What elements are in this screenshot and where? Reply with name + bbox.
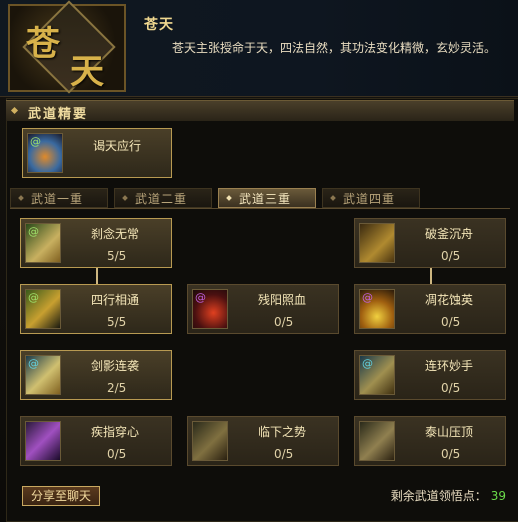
skill-level: 0/5 bbox=[441, 381, 461, 395]
panel-header: 武道精要 bbox=[6, 100, 514, 122]
skill-name: 疾指穿心 bbox=[91, 425, 140, 439]
skill-card[interactable]: 泰山压顶 0/5 bbox=[354, 416, 506, 466]
swirl-icon: @ bbox=[28, 357, 39, 370]
swirl-icon: @ bbox=[362, 357, 373, 370]
tab-marker-icon bbox=[226, 195, 232, 201]
skill-level: 0/5 bbox=[441, 249, 461, 263]
skill-level: 5/5 bbox=[107, 315, 127, 329]
skill-icon: @ bbox=[25, 223, 61, 263]
skill-card[interactable]: 临下之势 0/5 bbox=[187, 416, 339, 466]
skill-icon bbox=[25, 421, 61, 461]
skill-card[interactable]: @ 剑影连袭 2/5 bbox=[20, 350, 172, 400]
school-description: 苍天主张授命于天，四法自然，其功法变化精微，玄妙灵活。 bbox=[172, 41, 497, 55]
tab-tier-2[interactable]: 武道二重 bbox=[114, 188, 212, 208]
skill-level: 0/5 bbox=[274, 315, 294, 329]
tab-tier-3[interactable]: 武道三重 bbox=[218, 188, 316, 208]
skill-card[interactable]: @ 四行相通 5/5 bbox=[20, 284, 172, 334]
skill-name: 凋花蚀英 bbox=[425, 293, 474, 307]
school-emblem: 苍 天 bbox=[8, 0, 126, 94]
skill-icon bbox=[359, 421, 395, 461]
skill-icon: @ bbox=[359, 289, 395, 329]
header-marker-icon bbox=[10, 106, 19, 115]
skill-name: 刹念无常 bbox=[91, 227, 140, 241]
skill-icon bbox=[359, 223, 395, 263]
school-header: 苍 天 苍天 苍天主张授命于天，四法自然，其功法变化精微，玄妙灵活。 bbox=[0, 0, 518, 97]
school-title: 苍天 bbox=[144, 17, 174, 33]
tab-tier-4[interactable]: 武道四重 bbox=[322, 188, 420, 208]
swirl-icon: @ bbox=[30, 135, 41, 148]
tab-label: 武道三重 bbox=[239, 192, 292, 206]
skill-name: 破釜沉舟 bbox=[425, 227, 474, 241]
skill-connector bbox=[96, 268, 98, 284]
tab-marker-icon bbox=[122, 195, 128, 201]
share-to-chat-button[interactable]: 分享至聊天 bbox=[22, 486, 100, 506]
skill-card[interactable]: @ 刹念无常 5/5 bbox=[20, 218, 172, 268]
tab-label: 武道一重 bbox=[31, 192, 84, 206]
skill-name: 残阳照血 bbox=[258, 293, 307, 307]
tab-marker-icon bbox=[18, 195, 24, 201]
skill-icon: @ bbox=[27, 133, 63, 173]
skill-card[interactable]: 破釜沉舟 0/5 bbox=[354, 218, 506, 268]
skill-icon: @ bbox=[359, 355, 395, 395]
skill-name: 临下之势 bbox=[258, 425, 307, 439]
skill-name: 连环妙手 bbox=[425, 359, 474, 373]
skill-name: 四行相通 bbox=[91, 293, 140, 307]
skill-level: 5/5 bbox=[107, 249, 127, 263]
panel-title: 武道精要 bbox=[28, 107, 89, 122]
tab-tier-1[interactable]: 武道一重 bbox=[10, 188, 108, 208]
swirl-icon: @ bbox=[28, 291, 39, 304]
skill-card[interactable]: @ 连环妙手 0/5 bbox=[354, 350, 506, 400]
skill-card[interactable]: @ 凋花蚀英 0/5 bbox=[354, 284, 506, 334]
remaining-points: 剩余武道领悟点： 39 bbox=[391, 487, 506, 504]
skill-level: 0/5 bbox=[441, 315, 461, 329]
skill-card[interactable]: @ 残阳照血 0/5 bbox=[187, 284, 339, 334]
points-value: 39 bbox=[490, 489, 506, 503]
skill-icon: @ bbox=[25, 355, 61, 395]
points-label: 剩余武道领悟点： bbox=[390, 489, 487, 503]
skill-level: 0/5 bbox=[441, 447, 461, 461]
swirl-icon: @ bbox=[195, 291, 206, 304]
tab-label: 武道二重 bbox=[135, 192, 188, 206]
skill-level: 2/5 bbox=[107, 381, 127, 395]
emblem-char-1: 苍 bbox=[26, 24, 60, 64]
skill-level: 0/5 bbox=[107, 447, 127, 461]
tab-marker-icon bbox=[330, 195, 336, 201]
swirl-icon: @ bbox=[28, 225, 39, 238]
skill-card[interactable]: 疾指穿心 0/5 bbox=[20, 416, 172, 466]
skill-name: 泰山压顶 bbox=[425, 425, 474, 439]
emblem-char-2: 天 bbox=[70, 52, 104, 92]
skill-connector bbox=[430, 268, 432, 284]
tab-label: 武道四重 bbox=[343, 192, 396, 206]
skill-name: 谒天应行 bbox=[93, 139, 142, 153]
swirl-icon: @ bbox=[362, 291, 373, 304]
skill-level: 0/5 bbox=[274, 447, 294, 461]
skill-icon bbox=[192, 421, 228, 461]
core-skill-card[interactable]: @ 谒天应行 bbox=[22, 128, 172, 178]
skill-icon: @ bbox=[25, 289, 61, 329]
skill-icon: @ bbox=[192, 289, 228, 329]
skill-name: 剑影连袭 bbox=[91, 359, 140, 373]
tier-tabs: 武道一重 武道二重 武道三重 武道四重 bbox=[10, 188, 510, 209]
